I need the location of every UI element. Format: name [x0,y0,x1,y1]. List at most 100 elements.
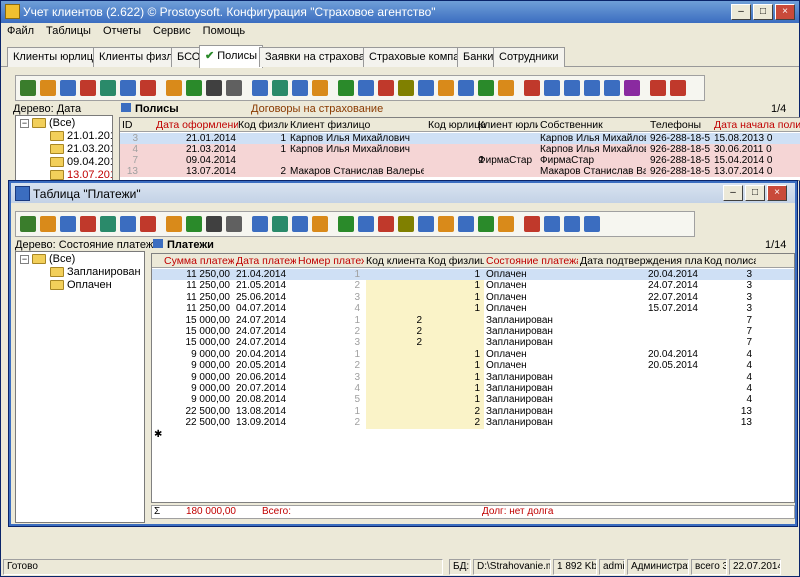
toolbar-icon[interactable] [338,80,354,96]
collapse-icon[interactable]: − [20,255,29,264]
table-row[interactable]: 13 13.07.2014 2 Макаров Станислав Валерьеви… [120,166,800,177]
toolbar-icon[interactable] [252,80,268,96]
tab-employees[interactable]: Сотрудники [493,47,565,67]
close-button[interactable]: × [775,4,795,20]
new-row-icon[interactable]: ✱ [154,429,162,440]
toolbar-icon[interactable] [378,80,394,96]
table-row[interactable]: 7 09.04.2014 2 ФирмаСтар ФирмаСтар 926-288-18… [120,155,800,166]
column-header[interactable]: Состояние платежа [486,255,578,267]
toolbar-icon[interactable] [544,216,560,232]
toolbar-icon[interactable] [292,216,308,232]
toolbar-icon[interactable] [398,80,414,96]
column-header[interactable]: Код физлица [428,255,484,267]
collapse-icon[interactable]: − [20,119,29,128]
tree-node[interactable]: Запланирован [50,266,141,279]
toolbar-icon[interactable] [312,80,328,96]
toolbar-icon[interactable] [226,216,242,232]
toolbar-icon[interactable] [524,216,540,232]
column-header[interactable]: ID [122,119,140,131]
column-header[interactable]: Клиент физлицо [290,119,426,131]
table-row[interactable]: 9 000,00 20.04.2014 1 1 Оплачен 20.04.2014 4 [152,349,794,360]
toolbar-icon[interactable] [624,80,640,96]
toolbar-icon[interactable] [458,80,474,96]
toolbar-icon[interactable] [140,216,156,232]
payments-minimize-button[interactable]: – [723,185,743,201]
toolbar-icon[interactable] [458,216,474,232]
toolbar-icon[interactable] [40,216,56,232]
menu-service[interactable]: Сервис [147,23,197,39]
toolbar-icon[interactable] [292,80,308,96]
toolbar-icon[interactable] [478,80,494,96]
column-header[interactable]: Собственник [540,119,648,131]
table-row[interactable]: 11 250,00 25.06.2014 3 1 Оплачен 22.07.2014 3 [152,292,794,303]
toolbar-icon[interactable] [544,80,560,96]
toolbar-icon[interactable] [120,80,136,96]
toolbar-icon[interactable] [438,216,454,232]
toolbar-icon[interactable] [20,216,36,232]
toolbar-icon[interactable] [584,80,600,96]
toolbar-icon[interactable] [186,216,202,232]
toolbar-icon[interactable] [272,80,288,96]
toolbar-icon[interactable] [498,216,514,232]
minimize-button[interactable]: – [731,4,751,20]
toolbar-icon[interactable] [206,216,222,232]
tab-policies[interactable]: ✔ Полисы [199,45,263,68]
column-header[interactable]: Дата подтверждения платежа [580,255,702,267]
table-row[interactable]: 9 000,00 20.05.2014 2 1 Оплачен 20.05.2014 4 [152,360,794,371]
menu-help[interactable]: Помощь [197,23,252,39]
table-row[interactable]: 22 500,00 13.09.2014 2 2 Запланирован 13 [152,417,794,428]
menu-file[interactable]: Файл [1,23,40,39]
table-row[interactable]: 11 250,00 21.05.2014 2 1 Оплачен 24.07.2014 3 [152,280,794,291]
toolbar-icon[interactable] [418,216,434,232]
toolbar-icon[interactable] [418,80,434,96]
tree-node[interactable]: (Все) [32,117,75,130]
tree-node[interactable]: 21.01.2014 [50,130,112,143]
toolbar-icon[interactable] [478,216,494,232]
payments-close-button[interactable]: × [767,185,787,201]
toolbar-icon[interactable] [604,80,620,96]
toolbar-icon[interactable] [100,80,116,96]
table-row[interactable]: 9 000,00 20.08.2014 5 1 Запланирован 4 [152,394,794,405]
tab-legal-clients[interactable]: Клиенты юрлица [7,47,106,67]
menu-tables[interactable]: Таблицы [40,23,97,39]
toolbar-icon[interactable] [398,216,414,232]
toolbar-icon[interactable] [272,216,288,232]
toolbar-icon[interactable] [312,216,328,232]
table-row[interactable]: 9 000,00 20.07.2014 4 1 Запланирован 4 [152,383,794,394]
column-header[interactable]: Клиент юрлицо [478,119,538,131]
tree-node[interactable]: (Все) [32,253,75,266]
toolbar-icon[interactable] [186,80,202,96]
menu-reports[interactable]: Отчеты [97,23,147,39]
toolbar-icon[interactable] [650,80,666,96]
toolbar-icon[interactable] [564,216,580,232]
toolbar-icon[interactable] [524,80,540,96]
toolbar-icon[interactable] [60,216,76,232]
toolbar-icon[interactable] [338,216,354,232]
toolbar-icon[interactable] [670,80,686,96]
payments-maximize-button[interactable]: □ [745,185,765,201]
column-header[interactable]: Дата начала полиса [714,119,800,131]
table-row[interactable]: 4 21.03.2014 1 Карпов Илья Михайлович Карпов… [120,144,800,155]
toolbar-icon[interactable] [564,80,580,96]
toolbar-icon[interactable] [120,216,136,232]
column-header[interactable]: Номер платежа [298,255,364,267]
tree-node[interactable]: Оплачен [50,279,112,292]
tree-node[interactable]: 21.03.2014 [50,143,112,156]
column-header[interactable]: Код клиента [366,255,426,267]
table-row[interactable]: 15 000,00 24.07.2014 3 2 Запланирован 7 [152,337,794,348]
policies-grid[interactable]: ID Дата оформленияКод физлицаКлиент физли… [119,117,800,181]
toolbar-icon[interactable] [80,80,96,96]
toolbar-icon[interactable] [226,80,242,96]
toolbar-icon[interactable] [166,216,182,232]
toolbar-icon[interactable] [358,216,374,232]
toolbar-icon[interactable] [206,80,222,96]
column-header[interactable]: Сумма платежа [164,255,234,267]
column-header[interactable]: Дата платежа [236,255,296,267]
toolbar-icon[interactable] [358,80,374,96]
toolbar-icon[interactable] [498,80,514,96]
toolbar-icon[interactable] [438,80,454,96]
tree-node[interactable]: 09.04.2014 [50,156,112,169]
toolbar-icon[interactable] [252,216,268,232]
table-row[interactable]: 11 250,00 21.04.2014 1 1 Оплачен 20.04.2014 3 [152,269,794,280]
column-header[interactable]: Код полиса [704,255,756,267]
